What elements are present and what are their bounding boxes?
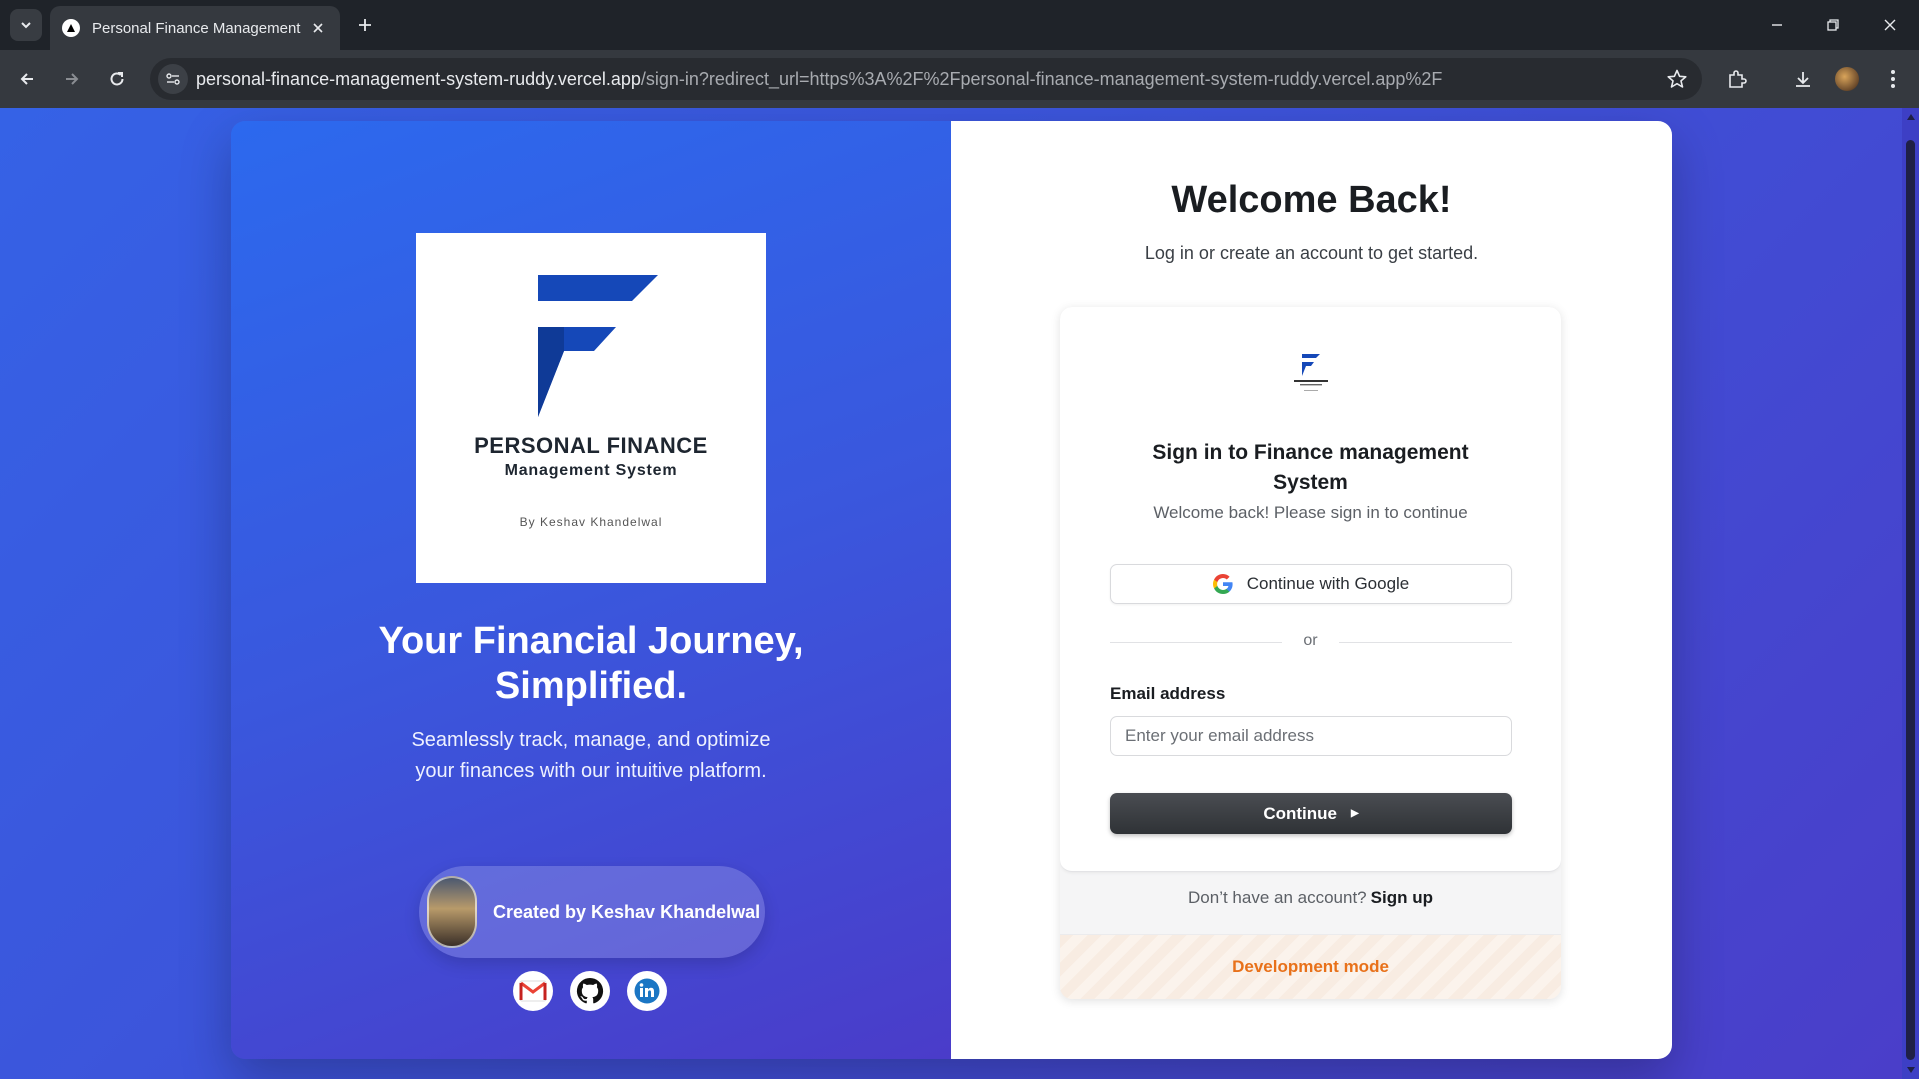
hero-headline-line2: Simplified.	[494, 665, 688, 707]
sign-in-subtitle: Welcome back! Please sign in to continue	[1153, 503, 1468, 522]
development-mode-banner: Development mode	[1060, 934, 1561, 999]
back-icon[interactable]	[12, 64, 42, 94]
extensions-icon[interactable]	[1722, 64, 1752, 94]
address-bar[interactable]: personal-finance-management-system-ruddy…	[150, 58, 1702, 100]
google-button-label: Continue with Google	[1246, 574, 1410, 593]
continue-button-label: Continue	[1263, 803, 1337, 823]
creator-label: Created by Keshav Khandelwal	[493, 902, 761, 922]
email-label: Email address	[1110, 684, 1226, 703]
hero-panel: PERSONAL FINANCE Management System By Ke…	[231, 121, 951, 1059]
app-logo-icon	[1290, 350, 1332, 398]
menu-kebab-icon[interactable]	[1878, 64, 1908, 94]
bookmark-star-icon[interactable]	[1666, 68, 1688, 90]
auth-container: PERSONAL FINANCE Management System By Ke…	[231, 121, 1672, 1059]
new-tab-icon[interactable]	[352, 12, 378, 38]
google-icon	[1212, 574, 1233, 594]
url-text: personal-finance-management-system-ruddy…	[196, 58, 1442, 100]
divider-left	[1110, 642, 1282, 643]
divider-right	[1339, 642, 1512, 643]
hero-headline-line1: Your Financial Journey,	[378, 620, 804, 662]
auth-panel: Welcome Back! Log in or create an accoun…	[951, 121, 1672, 1059]
brand-logo: PERSONAL FINANCE Management System By Ke…	[416, 233, 766, 583]
restore-icon[interactable]	[1820, 12, 1846, 38]
email-input[interactable]	[1110, 716, 1512, 756]
browser-tab[interactable]: Personal Finance Management	[50, 6, 340, 50]
welcome-title: Welcome Back!	[1171, 179, 1452, 221]
continue-button[interactable]: Continue ▶	[1110, 793, 1512, 834]
hero-subline: Seamlessly track, manage, and optimize y…	[341, 725, 841, 787]
sign-up-prompt-text: Don’t have an account?	[1188, 888, 1367, 907]
logo-subtitle: Management System	[504, 462, 678, 479]
profile-photo-icon	[1835, 67, 1859, 91]
tab-search-button[interactable]	[10, 9, 42, 41]
browser-tab-bar: Personal Finance Management	[0, 0, 1919, 50]
scrollbar-thumb[interactable]	[1906, 140, 1915, 1060]
hero-headline: Your Financial Journey, Simplified.	[291, 619, 891, 709]
linkedin-icon[interactable]	[627, 971, 667, 1011]
divider-or: or	[1303, 632, 1318, 649]
vercel-favicon-icon	[62, 19, 80, 37]
tab-close-icon[interactable]	[308, 18, 328, 38]
window-close-icon[interactable]	[1877, 12, 1903, 38]
sign-in-title: Sign in to Finance management System	[1152, 441, 1469, 494]
sign-in-form-area: Sign in to Finance management System Wel…	[1060, 307, 1561, 872]
hero-subline-line2: your finances with our intuitive platfor…	[415, 760, 767, 782]
welcome-subtitle: Log in or create an account to get start…	[1144, 243, 1479, 263]
scroll-up-icon[interactable]	[1905, 112, 1916, 122]
github-icon[interactable]	[570, 971, 610, 1011]
minimize-icon[interactable]	[1764, 12, 1790, 38]
browser-toolbar: personal-finance-management-system-ruddy…	[0, 50, 1919, 108]
tab-title: Personal Finance Management	[92, 19, 301, 37]
url-host: personal-finance-management-system-ruddy…	[196, 69, 641, 89]
forward-icon[interactable]	[57, 64, 87, 94]
caret-right-icon: ▶	[1350, 808, 1359, 819]
profile-avatar[interactable]	[1832, 64, 1862, 94]
creator-avatar	[427, 876, 477, 948]
download-icon[interactable]	[1788, 64, 1818, 94]
sign-up-link[interactable]: Sign up	[1371, 888, 1433, 907]
sign-in-card: Sign in to Finance management System Wel…	[1060, 307, 1561, 999]
continue-with-google-button[interactable]: Continue with Google	[1110, 564, 1512, 604]
page-background: PERSONAL FINANCE Management System By Ke…	[0, 108, 1902, 1079]
f-logo-icon	[538, 275, 658, 417]
site-info-icon[interactable]	[158, 64, 188, 94]
hero-subline-line1: Seamlessly track, manage, and optimize	[411, 729, 771, 751]
reload-icon[interactable]	[102, 64, 132, 94]
gmail-icon[interactable]	[513, 971, 553, 1011]
creator-badge[interactable]: Created by Keshav Khandelwal	[419, 866, 765, 958]
logo-byline: By Keshav Khandelwal	[519, 515, 663, 529]
logo-title: PERSONAL FINANCE	[474, 433, 708, 458]
chevron-down-icon	[21, 22, 31, 29]
development-mode-label: Development mode	[1232, 957, 1389, 976]
url-path: /sign-in?redirect_url=https%3A%2F%2Fpers…	[640, 69, 1443, 89]
sign-up-prompt: Don’t have an account? Sign up	[1060, 888, 1561, 908]
page-scrollbar[interactable]	[1902, 108, 1919, 1079]
scroll-down-icon[interactable]	[1905, 1065, 1916, 1075]
